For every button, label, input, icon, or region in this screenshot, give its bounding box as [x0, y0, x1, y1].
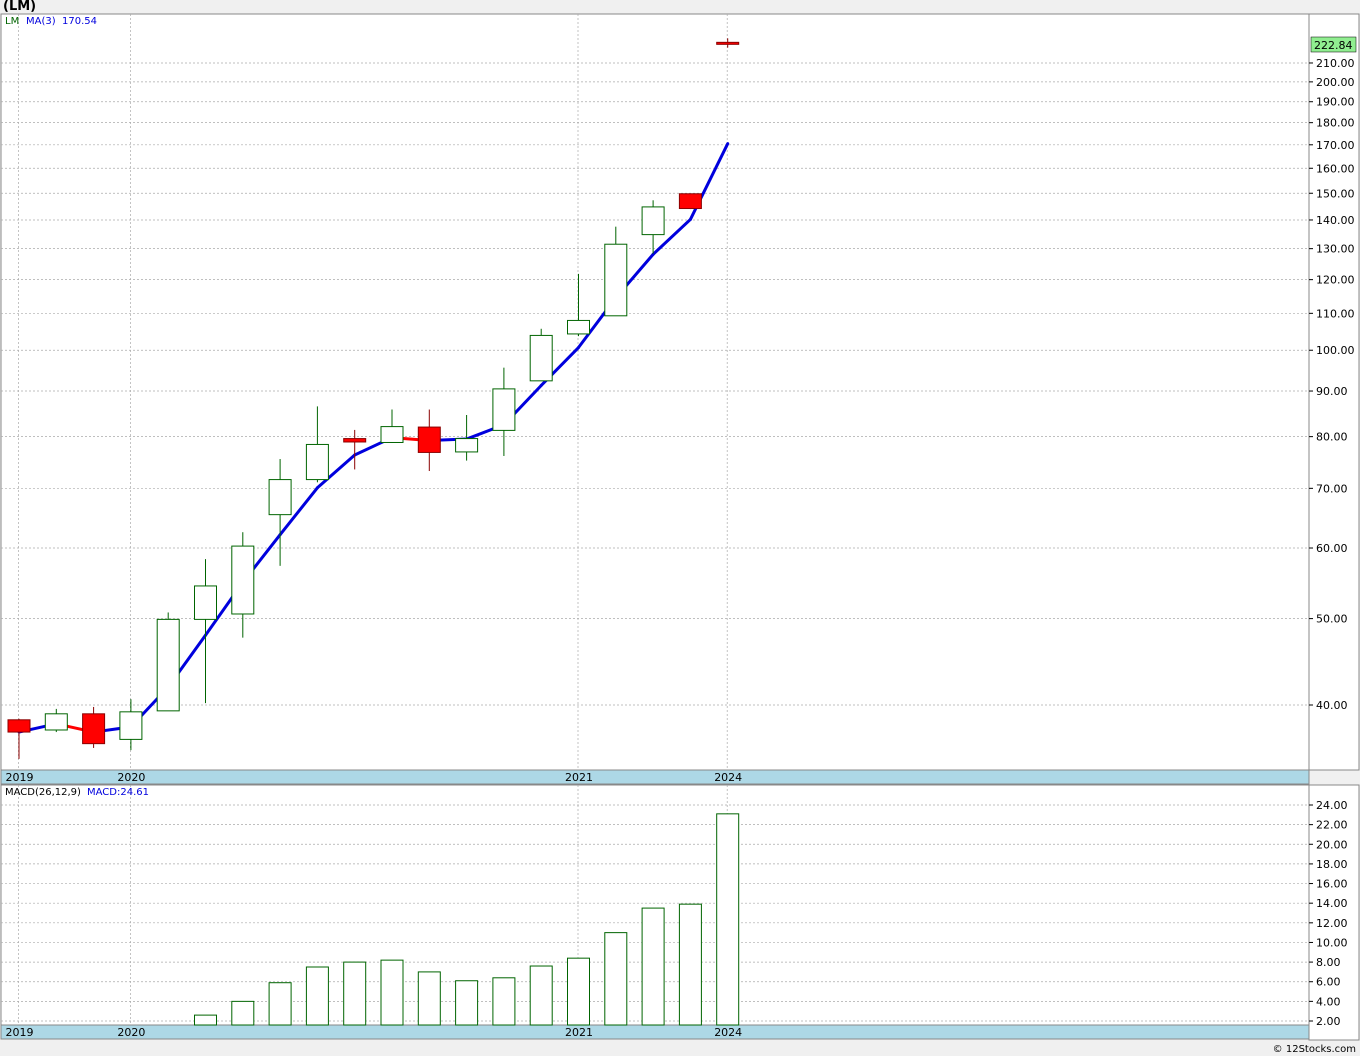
last-price-label: 222.84: [1314, 39, 1353, 52]
macd-bar: [678, 903, 702, 1026]
price-year-label: 2020: [117, 771, 145, 784]
candle-body: [82, 713, 106, 745]
macd-tick-label: 14.00: [1316, 897, 1348, 910]
macd-bar: [604, 932, 628, 1026]
price-tick-label: 70.00: [1316, 482, 1348, 495]
price-tick-label: 180.00: [1316, 117, 1355, 130]
candle-body: [343, 438, 367, 443]
candle-body: [194, 585, 217, 620]
candle-body: [716, 41, 740, 45]
footer-credit: © 12Stocks.com: [1273, 1044, 1356, 1055]
macd-bar: [567, 957, 590, 1026]
macd-year-label: 2019: [6, 1026, 34, 1039]
chart-title: (LM): [3, 0, 36, 14]
price-tick-label: 130.00: [1316, 243, 1355, 256]
candle-body: [678, 193, 702, 210]
price-tick-label: 80.00: [1316, 431, 1348, 444]
candle-body: [604, 243, 628, 317]
price-tick-label: 90.00: [1316, 385, 1348, 398]
macd-tick-label: 16.00: [1316, 878, 1348, 891]
price-tick-label: 170.00: [1316, 139, 1355, 152]
candle-body: [417, 426, 441, 453]
macd-bar: [417, 971, 441, 1026]
macd-year-label: 2020: [117, 1026, 145, 1039]
candle-body: [231, 545, 255, 615]
price-tick-label: 60.00: [1316, 542, 1348, 555]
stock-chart: (LM) 40.00 50.00 60.00 70.00 80.00 90.00 100.0…: [0, 0, 1360, 1055]
macd-year-label: 2021: [565, 1026, 593, 1039]
candle-body: [156, 618, 180, 712]
macd-legend-value: MACD:24.61: [87, 787, 149, 798]
price-tick-label: 140.00: [1316, 214, 1355, 227]
macd-bar: [716, 813, 740, 1026]
price-tick-label: 50.00: [1316, 613, 1348, 626]
price-legend-ma-value: 170.54: [62, 16, 97, 27]
macd-tick-label: 4.00: [1316, 995, 1341, 1008]
candle-body: [567, 319, 590, 335]
candle-body: [380, 426, 404, 443]
candle-body: [7, 719, 31, 733]
macd-tick-label: 18.00: [1316, 858, 1348, 871]
macd-year-label: 2024: [714, 1026, 742, 1039]
macd-tick-label: 10.00: [1316, 936, 1348, 949]
macd-tick-label: 6.00: [1316, 976, 1341, 989]
price-tick-label: 40.00: [1316, 699, 1348, 712]
candle-body: [268, 479, 292, 516]
macd-tick-label: 24.00: [1316, 799, 1348, 812]
macd-bar: [529, 965, 553, 1026]
price-date-band: [0, 769, 1310, 785]
candle-body: [455, 438, 479, 453]
macd-tick-label: 2.00: [1316, 1015, 1341, 1028]
macd-date-band: [0, 1024, 1310, 1040]
price-tick-label: 100.00: [1316, 344, 1355, 357]
macd-bar: [194, 1014, 217, 1026]
price-tick-label: 210.00: [1316, 57, 1355, 70]
macd-tick-label: 12.00: [1316, 917, 1348, 930]
macd-tick-label: 20.00: [1316, 838, 1348, 851]
candle-body: [641, 206, 665, 236]
price-year-label: 2024: [714, 771, 742, 784]
price-tick-label: 110.00: [1316, 307, 1355, 320]
price-legend-symbol: LM: [5, 16, 19, 27]
price-year-label: 2021: [565, 771, 593, 784]
price-year-label: 2019: [6, 771, 34, 784]
candle-body: [119, 711, 143, 740]
macd-tick-label: 8.00: [1316, 956, 1341, 969]
candle-body: [44, 713, 68, 731]
candle-body: [492, 388, 516, 431]
macd-bar: [380, 959, 404, 1026]
macd-legend-label: MACD(26,12,9): [5, 787, 81, 798]
price-tick-label: 160.00: [1316, 162, 1355, 175]
price-tick-label: 150.00: [1316, 187, 1355, 200]
candle-body: [305, 443, 329, 481]
price-tick-label: 200.00: [1316, 76, 1355, 89]
candle-body: [529, 334, 553, 382]
price-panel: [0, 13, 1310, 771]
macd-bar: [231, 1000, 255, 1026]
price-legend-ma-label: MA(3): [26, 16, 56, 27]
macd-bar: [641, 907, 665, 1026]
macd-bar: [268, 982, 292, 1026]
macd-tick-label: 22.00: [1316, 819, 1348, 832]
price-tick-label: 120.00: [1316, 274, 1355, 287]
price-tick-label: 190.00: [1316, 96, 1355, 109]
macd-bar: [343, 961, 367, 1026]
macd-bar: [455, 980, 479, 1026]
macd-bar: [492, 977, 516, 1026]
macd-bar: [305, 966, 329, 1026]
